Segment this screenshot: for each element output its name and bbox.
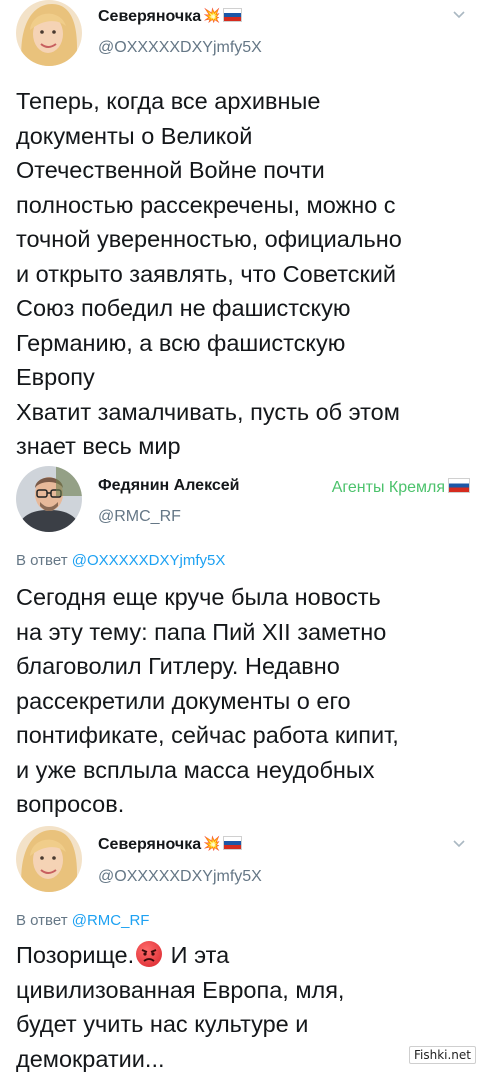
avatar[interactable] (16, 466, 82, 532)
author-name[interactable]: Северяночка 💥 (98, 7, 242, 26)
status-badge: Агенты Кремля (332, 478, 470, 497)
collision-emoji-icon: 💥 (203, 7, 221, 23)
author-handle[interactable]: @RMC_RF (98, 508, 181, 526)
avatar[interactable] (16, 0, 82, 66)
avatar[interactable] (16, 826, 82, 892)
chevron-down-icon[interactable] (452, 8, 466, 22)
russia-flag-icon (222, 8, 242, 22)
author-handle[interactable]: @OXXXXXDXYjmfy5X (98, 39, 262, 57)
angry-face-icon (136, 941, 163, 967)
reply-context: В ответ @RMC_RF (16, 912, 150, 929)
author-name[interactable]: Северяночка 💥 (98, 835, 242, 854)
tweet-text: Сегодня еще круче была новость на эту те… (16, 584, 399, 817)
reply-handle-link[interactable]: @RMC_RF (72, 912, 150, 929)
watermark-logo: Fishki.net (408, 1046, 476, 1064)
reply-handle-link[interactable]: @OXXXXXDXYjmfy5X (72, 552, 226, 569)
author-handle[interactable]: @OXXXXXDXYjmfy5X (98, 868, 262, 886)
russia-flag-icon (448, 478, 470, 493)
chevron-down-icon[interactable] (452, 837, 466, 851)
russia-flag-icon (222, 836, 242, 850)
tweet-text: Теперь, когда все архивные документы о В… (16, 88, 402, 459)
tweet-text: Позорище. И эта цивилизованная Европа, м… (16, 941, 345, 1072)
author-name[interactable]: Федянин Алексей (98, 477, 240, 495)
reply-context: В ответ @OXXXXXDXYjmfy5X (16, 552, 226, 569)
collision-emoji-icon: 💥 (203, 835, 221, 851)
